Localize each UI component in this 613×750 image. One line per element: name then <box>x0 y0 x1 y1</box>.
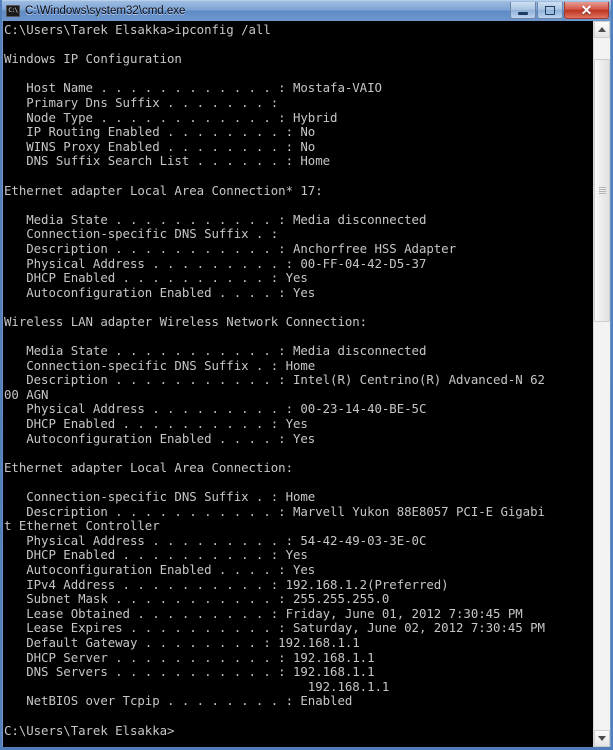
close-icon: ✕ <box>580 2 593 18</box>
console-output-area[interactable]: C:\Users\Tarek Elsakka>ipconfig /all Win… <box>3 21 593 747</box>
cmd-icon-text: C:\ <box>8 7 18 14</box>
cmd-window: C:\ C:\Windows\system32\cmd.exe ✕ C:\Use… <box>0 0 613 750</box>
console-text: C:\Users\Tarek Elsakka>ipconfig /all Win… <box>4 22 545 738</box>
window-controls: ✕ <box>509 2 609 20</box>
maximize-icon <box>545 5 555 15</box>
scroll-up-button[interactable] <box>594 21 610 38</box>
scroll-down-button[interactable] <box>594 730 610 747</box>
vertical-scrollbar[interactable] <box>593 21 610 747</box>
cmd-icon: C:\ <box>6 5 20 17</box>
maximize-button[interactable] <box>537 2 563 19</box>
scrollbar-track[interactable] <box>594 38 610 730</box>
client-area: C:\Users\Tarek Elsakka>ipconfig /all Win… <box>3 21 610 747</box>
close-button[interactable]: ✕ <box>564 2 609 19</box>
scroll-down-arrow-icon <box>598 736 606 741</box>
scrollbar-thumb[interactable] <box>594 58 610 322</box>
scrollbar-grip-icon <box>598 186 606 194</box>
minimize-button[interactable] <box>510 2 536 19</box>
scroll-up-arrow-icon <box>598 27 606 32</box>
title-bar[interactable]: C:\ C:\Windows\system32\cmd.exe ✕ <box>2 0 611 21</box>
minimize-icon <box>518 12 528 15</box>
